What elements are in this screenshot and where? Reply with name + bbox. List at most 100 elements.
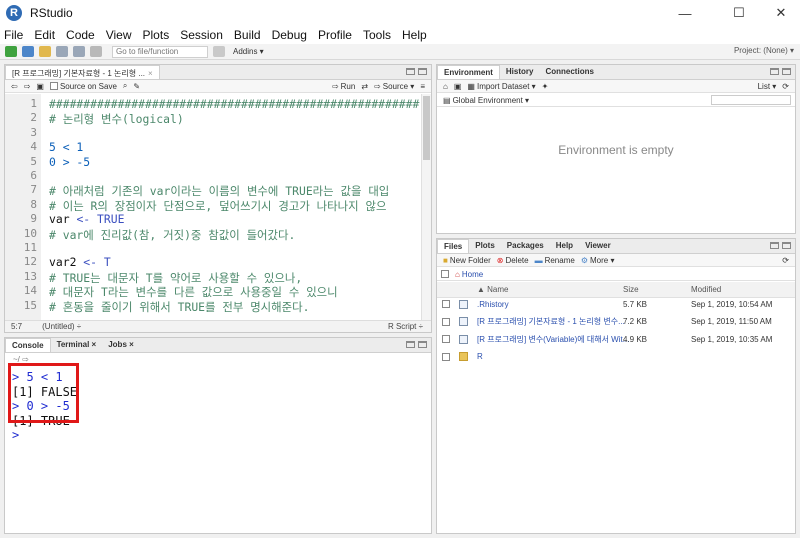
search-icon[interactable]: ⌕ xyxy=(123,81,127,91)
file-checkbox[interactable] xyxy=(442,300,450,308)
code-line[interactable]: 6 xyxy=(5,169,421,183)
code-line[interactable]: 5 0 > -5 xyxy=(5,155,421,169)
menu-file[interactable]: File xyxy=(4,28,23,42)
run-button[interactable]: ⇨ Run xyxy=(332,82,355,91)
menu-plots[interactable]: Plots xyxy=(143,28,170,42)
go-to-file-input[interactable]: Go to file/function xyxy=(112,45,208,58)
code-line[interactable]: 9 var <- TRUE xyxy=(5,212,421,226)
environment-pane-controls[interactable] xyxy=(770,68,791,75)
code-line[interactable]: 13 # TRUE는 대문자 T를 약어로 사용할 수 있으나, xyxy=(5,270,421,285)
broom-icon[interactable]: ✦ xyxy=(542,82,549,91)
menu-help[interactable]: Help xyxy=(402,28,427,42)
file-type-selector[interactable]: R Script ÷ xyxy=(388,322,423,331)
tab-history[interactable]: History xyxy=(500,65,540,79)
print-icon[interactable] xyxy=(90,46,102,57)
file-row[interactable]: .Rhistory 5.7 KB Sep 1, 2019, 10:54 AM xyxy=(437,296,795,312)
tab-viewer[interactable]: Viewer xyxy=(579,239,617,253)
tab-files[interactable]: Files xyxy=(437,239,470,253)
save-all-icon[interactable] xyxy=(73,46,85,57)
open-workspace-icon[interactable]: ⌂ xyxy=(443,82,448,91)
file-name[interactable]: R xyxy=(477,352,483,361)
code-line[interactable]: 2 # 논리형 변수(logical) xyxy=(5,111,421,126)
back-arrow-icon[interactable]: ⇦ xyxy=(11,82,18,91)
tab-packages[interactable]: Packages xyxy=(501,239,550,253)
editor-tab-file[interactable]: [R 프로그래밍] 기본자료형 - 1 논리형 ... × xyxy=(5,65,160,79)
file-checkbox[interactable] xyxy=(442,335,450,343)
save-workspace-icon[interactable]: ▣ xyxy=(454,82,462,91)
menu-tools[interactable]: Tools xyxy=(363,28,391,42)
console-pane-controls[interactable] xyxy=(406,341,427,348)
menu-profile[interactable]: Profile xyxy=(318,28,352,42)
outline-icon[interactable]: ≡ xyxy=(420,82,425,91)
tab-jobs[interactable]: Jobs × xyxy=(102,338,140,352)
menu-code[interactable]: Code xyxy=(66,28,95,42)
save-file-icon[interactable]: ▣ xyxy=(36,82,44,91)
editor-vertical-scrollbar[interactable] xyxy=(421,94,431,322)
file-name[interactable]: [R 프로그래밍] 변수(Variable)에 대해서 Wit... xyxy=(477,334,629,345)
tab-help[interactable]: Help xyxy=(550,239,579,253)
modified-column-header[interactable]: Modified xyxy=(691,285,721,294)
tab-console[interactable]: Console xyxy=(5,338,51,352)
code-line[interactable]: 1 #######################################… xyxy=(5,97,421,111)
code-line[interactable]: 8 # 이는 R의 장점이자 단점으로, 덮어쓰기시 경고가 나타나지 않으 xyxy=(5,198,421,213)
source-on-save-checkbox[interactable]: Source on Save xyxy=(49,82,117,91)
list-view-button[interactable]: List ▾ xyxy=(758,82,777,91)
menu-edit[interactable]: Edit xyxy=(34,28,55,42)
code-line[interactable]: 14 # 대문자 T라는 변수를 다른 값으로 사용중일 수 있으니 xyxy=(5,284,421,299)
menu-debug[interactable]: Debug xyxy=(272,28,307,42)
project-menu[interactable]: Project: (None) ▾ xyxy=(734,46,794,55)
forward-arrow-icon[interactable]: ⇨ xyxy=(24,82,31,91)
name-column-header[interactable]: ▲ Name xyxy=(477,285,508,294)
file-row[interactable]: R xyxy=(437,349,795,365)
delete-button[interactable]: ⊗ Delete xyxy=(497,256,529,265)
code-tools-icon[interactable]: ✎ xyxy=(133,82,140,91)
rename-button[interactable]: ▬ Rename xyxy=(535,256,575,265)
file-checkbox[interactable] xyxy=(442,352,450,361)
new-project-icon[interactable] xyxy=(22,46,34,57)
new-file-icon[interactable] xyxy=(5,46,17,57)
close-button[interactable]: ✕ xyxy=(758,0,800,26)
menu-build[interactable]: Build xyxy=(234,28,261,42)
global-environment-selector[interactable]: ▤ Global Environment ▾ xyxy=(443,96,529,105)
refresh-icon[interactable]: ⟳ xyxy=(782,82,789,91)
close-tab-icon[interactable]: × xyxy=(148,69,153,78)
tab-terminal[interactable]: Terminal × xyxy=(51,338,103,352)
addins-button[interactable]: Addins ▾ xyxy=(233,47,264,56)
scope-selector[interactable]: (Untitled) ÷ xyxy=(42,322,81,331)
maximize-button[interactable]: ☐ xyxy=(716,0,762,26)
file-name[interactable]: .Rhistory xyxy=(477,300,509,309)
tab-plots[interactable]: Plots xyxy=(469,239,501,253)
menu-view[interactable]: View xyxy=(106,28,132,42)
code-line[interactable]: 11 xyxy=(5,241,421,255)
open-file-icon[interactable] xyxy=(39,46,51,57)
size-column-header[interactable]: Size xyxy=(623,285,639,294)
code-line[interactable]: 4 5 < 1 xyxy=(5,140,421,154)
refresh-files-icon[interactable]: ⟳ xyxy=(782,256,789,265)
code-line[interactable]: 3 xyxy=(5,126,421,140)
select-all-checkbox[interactable] xyxy=(441,270,449,278)
minimize-button[interactable]: — xyxy=(662,0,708,26)
file-name[interactable]: [R 프로그래밍] 기본자료형 - 1 논리형 변수... xyxy=(477,316,625,327)
file-row[interactable]: [R 프로그래밍] 변수(Variable)에 대해서 Wit... 4.9 KB… xyxy=(437,331,795,347)
file-row[interactable]: [R 프로그래밍] 기본자료형 - 1 논리형 변수... 7.2 KB Sep 1… xyxy=(437,314,795,330)
grid-layout-icon[interactable] xyxy=(213,46,225,57)
code-line[interactable]: 10 # var에 진리값(참, 거짓)중 참값이 들어갔다. xyxy=(5,227,421,242)
menu-session[interactable]: Session xyxy=(180,28,223,42)
source-button[interactable]: ⇨ Source ▾ xyxy=(374,82,414,91)
files-pane-controls[interactable] xyxy=(770,242,791,249)
code-line[interactable]: 12 var2 <- T xyxy=(5,255,421,269)
home-link[interactable]: ⌂ Home xyxy=(455,270,483,279)
tab-environment[interactable]: Environment xyxy=(437,65,500,79)
rerun-icon[interactable]: ⇄ xyxy=(361,82,368,91)
file-checkbox[interactable] xyxy=(442,317,450,326)
more-button[interactable]: ⚙ More ▾ xyxy=(581,256,615,265)
code-line[interactable]: 7 # 아래처럼 기존의 var이라는 이름의 변수에 TRUE라는 값을 대입 xyxy=(5,183,421,198)
environment-search-input[interactable] xyxy=(711,95,791,105)
editor-pane-controls[interactable] xyxy=(406,68,427,75)
code-line[interactable]: 15 # 혼동을 줄이기 위해서 TRUE를 전부 명시해준다. xyxy=(5,299,421,314)
tab-connections[interactable]: Connections xyxy=(539,65,599,79)
import-dataset-button[interactable]: ▦ Import Dataset ▾ xyxy=(467,82,535,91)
new-folder-button[interactable]: ■ New Folder xyxy=(443,256,491,265)
save-icon[interactable] xyxy=(56,46,68,57)
code-editor[interactable]: 1 #######################################… xyxy=(5,94,421,322)
